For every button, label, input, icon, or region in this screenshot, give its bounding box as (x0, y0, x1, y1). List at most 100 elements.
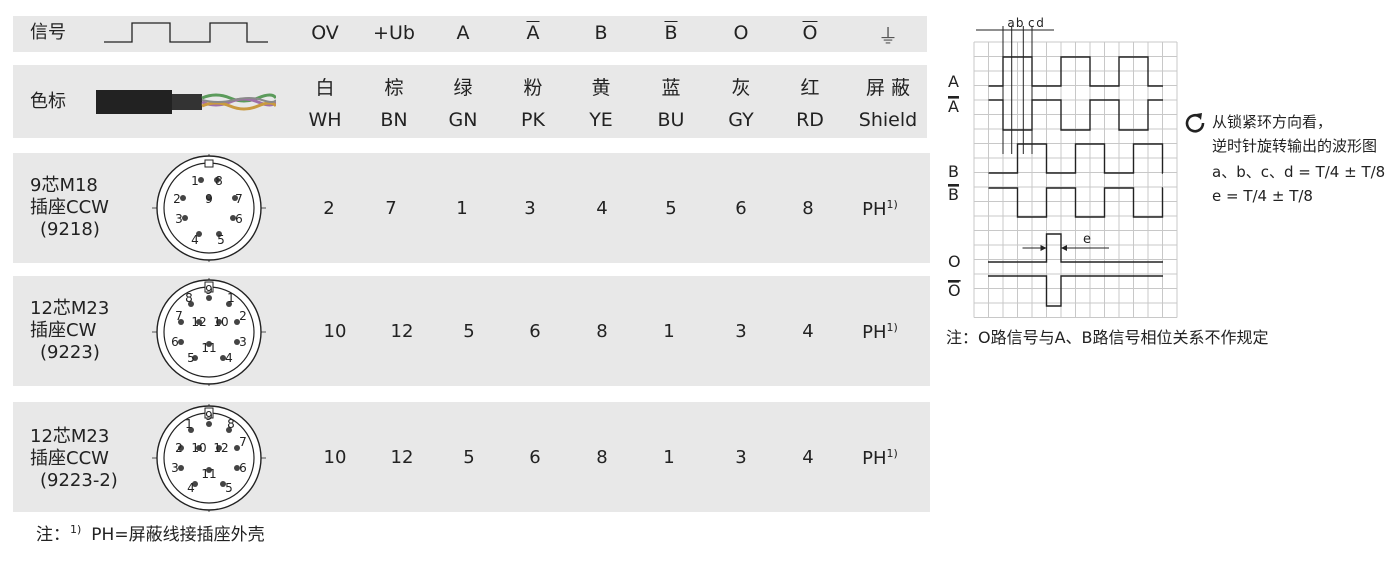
color-en-3: PK (521, 109, 545, 131)
row-2-name: 12芯M23 插座CW (9223) (30, 298, 110, 363)
timing-label: a (1007, 16, 1014, 30)
color-en-5: BU (657, 109, 685, 131)
pin-label: 5 (225, 481, 233, 495)
pin-label: 2 (239, 309, 247, 323)
pin-label: 10 (213, 315, 228, 329)
pin-label: 11 (201, 467, 216, 481)
pin-label: 4 (187, 481, 195, 495)
pin-label: 12 (213, 441, 228, 455)
row-1-value-5: 5 (665, 198, 677, 219)
color-cn-0: 白 (315, 77, 335, 99)
header-col-3: A (526, 22, 540, 44)
phase-note: 注：O路信号与A、B路信号相位关系不作规定 (946, 328, 1269, 347)
signal-label-0: A (948, 72, 959, 91)
header-col-2: A (456, 22, 470, 44)
side-formulas: a、b、c、d = T/4 ± T/8 e = T/4 ± T/8 (1212, 163, 1386, 205)
pin-label: 4 (225, 351, 233, 365)
header-col-6: O (733, 22, 749, 44)
pin-label: 12 (191, 315, 206, 329)
pin-label: 7 (239, 435, 247, 449)
row-3-value-8: PH1) (862, 447, 898, 469)
pin-label: 8 (215, 174, 223, 188)
e-label: e (1083, 232, 1091, 247)
row-2-value-5: 1 (663, 321, 675, 342)
footnote-ref: 1) (886, 321, 898, 334)
color-en-4: YE (589, 109, 613, 131)
pin-label: 1 (227, 291, 235, 305)
connector-m18-icon: 1 8 2 9 7 3 6 4 5 (152, 154, 266, 262)
row-2-value-1: 12 (390, 321, 414, 342)
footnote-ref: 1) (886, 198, 898, 211)
side-notes: 从锁紧环方向看， 逆时针旋转输出的波形图 (1212, 113, 1378, 155)
signal-label-4: O (948, 252, 961, 271)
signal-label-5: O (948, 281, 961, 300)
header-col-0: OV (311, 22, 339, 44)
footnote: 注：1) PH=屏蔽线接插座外壳 (36, 523, 265, 545)
signal-label-1: A (948, 97, 959, 116)
signal-label-3: B (948, 185, 959, 204)
timing-label: c (1028, 16, 1035, 30)
row-3-name: 12芯M23 插座CCW (9223-2) (30, 426, 118, 491)
row-2-value-2: 5 (463, 321, 475, 342)
row-2-value-7: 4 (802, 321, 814, 342)
pin-label: 6 (239, 461, 247, 475)
row-1-value-6: 6 (735, 198, 747, 219)
row-3-value-6: 3 (735, 447, 747, 468)
pin-label: 7 (175, 309, 183, 323)
row-2-value-3: 6 (529, 321, 541, 342)
color-en-7: RD (796, 109, 824, 131)
row-3-value-5: 1 (663, 447, 675, 468)
row-1-name: 9芯M18 插座CCW (9218) (30, 175, 109, 240)
connector-m23-cw-icon: 98 1 7 12 10 2 6 11 3 5 4 (152, 278, 266, 386)
color-cn-6: 灰 (731, 77, 751, 99)
header-col-4: B (594, 22, 608, 44)
row-3-value-0: 10 (323, 447, 347, 468)
pin-label: 2 (175, 441, 183, 455)
row-1-value-8: PH1) (862, 198, 898, 220)
row-3-value-7: 4 (802, 447, 814, 468)
row-2-value-0: 10 (323, 321, 347, 342)
row-3-value-1: 12 (390, 447, 414, 468)
signal-label-2: B (948, 162, 959, 181)
header-col-8: ⏚ (878, 24, 898, 48)
pin-label: 7 (235, 192, 243, 206)
row-2-value-4: 8 (596, 321, 608, 342)
waveform-diagram: a b c d e AA BB OO (948, 16, 1178, 318)
color-cn-2: 绿 (453, 77, 473, 99)
pin-label: 3 (171, 461, 179, 475)
row-2-value-6: 3 (735, 321, 747, 342)
row-1-value-4: 4 (596, 198, 608, 219)
cable-image (96, 90, 276, 114)
pin-label: 8 (185, 291, 193, 305)
pin-label: 3 (239, 335, 247, 349)
pin-label: 9 (205, 283, 213, 297)
row-3-value-3: 6 (529, 447, 541, 468)
color-label: 色标 (30, 91, 66, 112)
pin-label: 11 (201, 341, 216, 355)
header-col-7: O (802, 22, 818, 44)
color-en-2: GN (448, 109, 478, 131)
row-3-value-4: 8 (596, 447, 608, 468)
color-cn-8: 屏 蔽 (865, 77, 911, 99)
row-3-value-2: 5 (463, 447, 475, 468)
color-en-6: GY (728, 109, 754, 131)
pin-label: 1 (191, 174, 199, 188)
header-col-5: B (664, 22, 678, 44)
signal-pulse-icon (104, 22, 268, 43)
row-1-value-7: 8 (802, 198, 814, 219)
color-en-8: Shield (858, 109, 918, 131)
pin-label: 9 (205, 409, 213, 423)
pin-label: 6 (171, 335, 179, 349)
row-1-value-3: 3 (524, 198, 536, 219)
pin-label: 5 (187, 351, 195, 365)
color-cn-5: 蓝 (661, 77, 681, 99)
header-col-1: +Ub (373, 22, 415, 44)
color-en-1: BN (380, 109, 408, 131)
row-2-value-8: PH1) (862, 321, 898, 343)
signal-label: 信号 (30, 22, 66, 43)
timing-label: b (1016, 16, 1024, 30)
row-1-value-2: 1 (456, 198, 468, 219)
connector-m23-ccw-icon: 91 8 2 10 12 7 3 11 6 4 5 (152, 404, 266, 512)
pin-label: 5 (217, 233, 225, 247)
color-cn-1: 棕 (384, 77, 404, 99)
